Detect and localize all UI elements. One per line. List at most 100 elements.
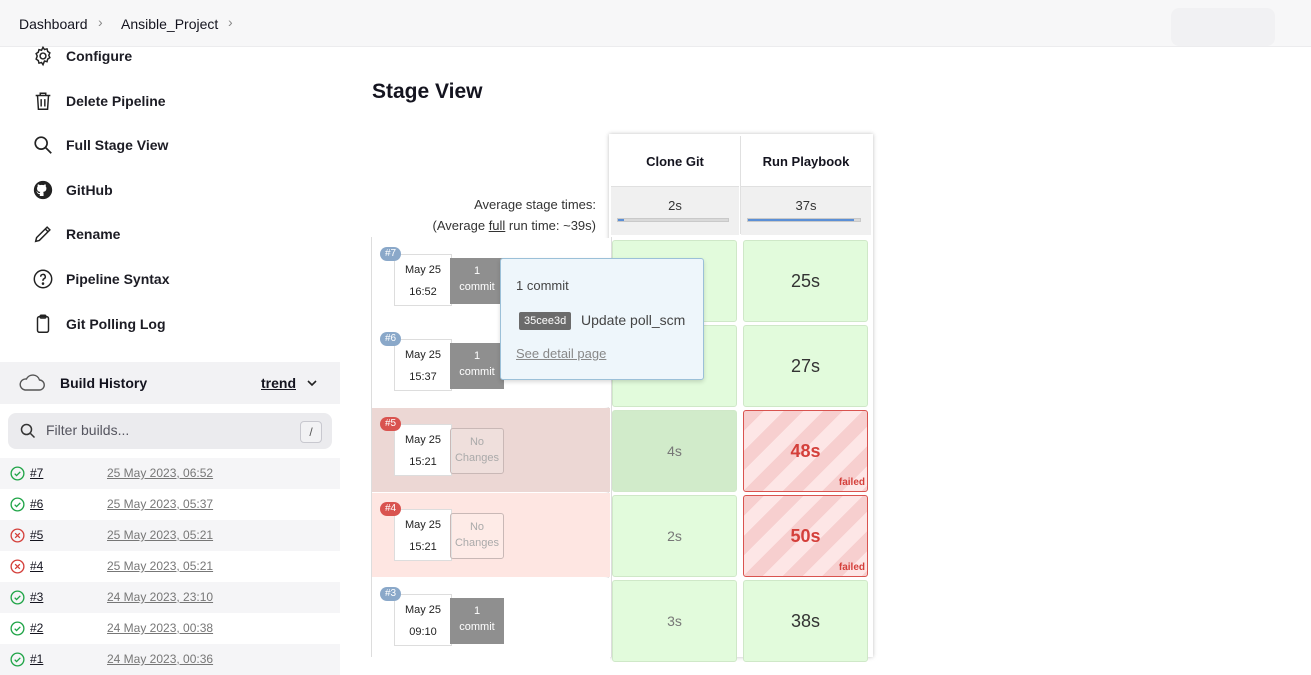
- stage-cell-run-playbook[interactable]: 48s failed: [743, 410, 868, 492]
- breadcrumb-chevron-icon[interactable]: ›: [228, 14, 233, 30]
- stage-cell-clone-git[interactable]: 2s: [612, 495, 737, 577]
- stage-header-clone-git: Clone Git: [611, 136, 739, 186]
- breadcrumb-project[interactable]: Ansible_Project: [121, 16, 218, 32]
- stage-duration: 48s: [790, 440, 821, 461]
- build-date-link[interactable]: 24 May 2023, 00:36: [107, 652, 213, 666]
- run-date-card: May 25 15:37: [394, 339, 452, 391]
- build-badge[interactable]: #6: [380, 332, 402, 346]
- build-date-link[interactable]: 24 May 2023, 00:38: [107, 621, 213, 635]
- build-date-link[interactable]: 25 May 2023, 05:21: [107, 528, 213, 542]
- build-date-link[interactable]: 25 May 2023, 06:52: [107, 466, 213, 480]
- commit-count: 1 commit: [516, 278, 569, 293]
- commit-popover: 1 commit 35cee3d Update poll_scm See det…: [500, 258, 704, 380]
- build-number-link[interactable]: #3: [30, 590, 43, 604]
- gear-icon: [30, 43, 56, 69]
- build-number-link[interactable]: #7: [30, 466, 43, 480]
- build-badge[interactable]: #4: [380, 502, 402, 516]
- sidebar-item-pipeline-syntax[interactable]: Pipeline Syntax: [30, 264, 169, 294]
- topbar-placeholder: [1171, 8, 1275, 46]
- changes-line-2: Changes: [454, 537, 500, 549]
- full-run-time-link[interactable]: full: [489, 218, 506, 233]
- changes-line-1: 1: [473, 350, 481, 362]
- changes-line-2: Changes: [454, 452, 500, 464]
- filter-builds-input[interactable]: [46, 422, 286, 438]
- avg-progress-fill: [618, 219, 624, 221]
- stage-cell-run-playbook[interactable]: 25s: [743, 240, 868, 322]
- stage-duration: 25s: [790, 270, 821, 291]
- sidebar-item-git-polling-log[interactable]: Git Polling Log: [30, 309, 166, 339]
- build-number-link[interactable]: #6: [30, 497, 43, 511]
- stage-duration: 38s: [790, 610, 821, 631]
- build-history-row[interactable]: #7 25 May 2023, 06:52: [0, 458, 340, 489]
- success-check-icon: [10, 590, 25, 610]
- commit-changes-button[interactable]: 1 commit: [450, 258, 504, 304]
- build-badge[interactable]: #7: [380, 247, 402, 261]
- no-changes-box: No Changes: [450, 513, 504, 559]
- stage-header-run-playbook: Run Playbook: [741, 136, 871, 186]
- help-icon: [30, 266, 56, 292]
- search-icon: [20, 423, 36, 444]
- github-icon: [30, 177, 56, 203]
- sidebar-item-label: Delete Pipeline: [66, 93, 166, 109]
- build-history-row[interactable]: #6 25 May 2023, 05:37: [0, 489, 340, 520]
- average-full-run-time: (Average full run time: ~39s): [432, 218, 596, 233]
- build-history-row[interactable]: #2 24 May 2023, 00:38: [0, 613, 340, 644]
- stage-duration: 50s: [790, 525, 821, 546]
- build-number-link[interactable]: #4: [30, 559, 43, 573]
- commit-changes-button[interactable]: 1 commit: [450, 598, 504, 644]
- build-date-link[interactable]: 24 May 2023, 23:10: [107, 590, 213, 604]
- filter-builds-box: /: [8, 413, 332, 449]
- build-number-link[interactable]: #2: [30, 621, 43, 635]
- success-check-icon: [10, 466, 25, 486]
- commit-changes-button[interactable]: 1 commit: [450, 343, 504, 389]
- stage-cell-run-playbook[interactable]: 38s: [743, 580, 868, 662]
- changes-line-1: 1: [473, 265, 481, 277]
- build-number-link[interactable]: #5: [30, 528, 43, 542]
- failed-x-icon: [10, 528, 25, 548]
- failed-label: failed: [838, 562, 865, 573]
- build-history-row[interactable]: #1 24 May 2023, 00:36: [0, 644, 340, 675]
- sidebar-item-github[interactable]: GitHub: [30, 175, 113, 205]
- build-date-link[interactable]: 25 May 2023, 05:21: [107, 559, 213, 573]
- sidebar-item-configure[interactable]: Configure: [30, 41, 132, 71]
- run-date-card: May 25 15:21: [394, 509, 452, 561]
- run-time: 15:21: [409, 541, 437, 553]
- failed-label: failed: [838, 477, 865, 488]
- stage-view-title: Stage View: [372, 80, 483, 103]
- sidebar-item-label: GitHub: [66, 182, 113, 198]
- run-date: May 25: [404, 519, 442, 531]
- avg-progress-track: [617, 218, 729, 222]
- run-time: 09:10: [409, 626, 437, 638]
- stage-cell-clone-git[interactable]: 3s: [612, 580, 737, 662]
- build-date-link[interactable]: 25 May 2023, 05:37: [107, 497, 213, 511]
- changes-line-1: No: [469, 521, 485, 533]
- sidebar-item-label: Pipeline Syntax: [66, 271, 170, 287]
- trash-icon: [30, 88, 56, 114]
- stage-cell-clone-git[interactable]: 4s: [612, 410, 737, 492]
- see-detail-link[interactable]: See detail page: [516, 346, 606, 361]
- build-history-title: Build History: [60, 375, 148, 391]
- sidebar-item-rename[interactable]: Rename: [30, 219, 120, 249]
- run-date-card: May 25 15:21: [394, 424, 452, 476]
- success-check-icon: [10, 621, 25, 641]
- stage-cell-run-playbook[interactable]: 27s: [743, 325, 868, 407]
- changes-line-2: commit: [459, 281, 495, 293]
- breadcrumb-dashboard[interactable]: Dashboard: [19, 16, 88, 32]
- stage-cell-run-playbook[interactable]: 50s failed: [743, 495, 868, 577]
- chevron-down-icon[interactable]: [305, 376, 319, 395]
- breadcrumb-chevron-icon: ›: [98, 14, 103, 30]
- sidebar-item-full-stage-view[interactable]: Full Stage View: [30, 130, 168, 160]
- build-badge[interactable]: #3: [380, 587, 402, 601]
- run-time: 15:21: [409, 456, 437, 468]
- build-history-row[interactable]: #3 24 May 2023, 23:10: [0, 582, 340, 613]
- trend-link[interactable]: trend: [261, 375, 296, 391]
- build-badge[interactable]: #5: [380, 417, 402, 431]
- sidebar-item-delete-pipeline[interactable]: Delete Pipeline: [30, 86, 166, 116]
- run-date: May 25: [404, 434, 442, 446]
- build-number-link[interactable]: #1: [30, 652, 43, 666]
- avg-progress-track: [747, 218, 861, 222]
- no-changes-box: No Changes: [450, 428, 504, 474]
- build-history-row[interactable]: #4 25 May 2023, 05:21: [0, 551, 340, 582]
- avg-cell-run-playbook: 37s: [741, 186, 871, 235]
- build-history-row[interactable]: #5 25 May 2023, 05:21: [0, 520, 340, 551]
